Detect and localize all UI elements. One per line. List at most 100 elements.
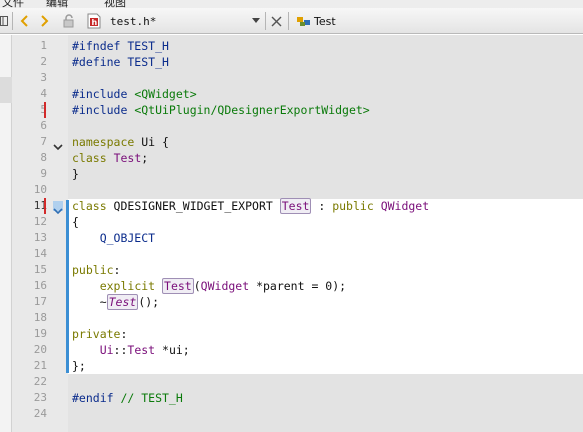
forward-arrow-icon[interactable]	[38, 13, 52, 29]
code-token: #ifndef TEST_H	[72, 39, 169, 53]
code-token: ~	[72, 295, 107, 309]
line-number: 13	[33, 231, 47, 244]
code-token: Q_OBJECT	[72, 231, 156, 245]
code-line[interactable]: #include <QtUiPlugin/QDesignerExportWidg…	[72, 102, 370, 118]
code-token: namespace	[72, 135, 135, 149]
code-line[interactable]: class Test;	[72, 150, 148, 166]
header-file-icon: h	[86, 13, 102, 29]
code-token: Test	[162, 278, 194, 294]
code-token: class	[72, 151, 107, 165]
close-icon[interactable]	[270, 15, 282, 27]
code-line[interactable]: explicit Test (QWidget *parent = 0);	[72, 278, 346, 294]
code-token: #include	[72, 103, 135, 117]
code-line[interactable]: Ui::Test *ui;	[72, 342, 190, 358]
code-line[interactable]: }	[72, 166, 79, 182]
code-line[interactable]: class QDESIGNER_WIDGET_EXPORT Test : pub…	[72, 198, 429, 214]
code-token: QWidget	[380, 199, 430, 213]
class-selector[interactable]: Test	[314, 15, 336, 28]
change-marker	[44, 198, 46, 214]
code-editor[interactable]: #ifndef TEST_H #define TEST_H #include <QW…	[66, 35, 583, 432]
line-number: 1	[40, 39, 47, 52]
code-line[interactable]: namespace Ui {	[72, 134, 169, 150]
code-token: ;	[141, 151, 149, 165]
svg-text:h: h	[92, 18, 98, 27]
code-line[interactable]: Q_OBJECT	[72, 230, 155, 246]
line-number: 4	[40, 87, 47, 100]
code-token: QWidget	[200, 279, 250, 293]
code-line[interactable]: {	[72, 214, 79, 230]
lock-icon	[62, 13, 76, 29]
code-line[interactable]: #define TEST_H	[72, 54, 169, 70]
sidebar-toggle-icon[interactable]	[0, 14, 10, 28]
line-number: 21	[33, 359, 47, 372]
code-token: Test	[127, 343, 156, 357]
side-panel-marker	[0, 77, 12, 103]
line-number: 12	[33, 215, 47, 228]
code-token: Test	[113, 151, 142, 165]
line-number: 10	[33, 183, 47, 196]
line-number-gutter: 123456789101112131415161718192021222324	[12, 35, 68, 432]
code-token: #endif	[72, 391, 114, 405]
editor-toolbar: h test.h* Test	[0, 8, 583, 34]
line-number: 19	[33, 327, 47, 340]
line-number: 15	[33, 263, 47, 276]
line-number: 11	[33, 199, 47, 212]
code-token: *parent = 0);	[249, 279, 347, 293]
fold-chevron-icon[interactable]	[53, 201, 63, 215]
code-token: public	[72, 263, 114, 277]
code-token: };	[72, 359, 86, 373]
line-number: 5	[12, 102, 47, 118]
code-line[interactable]: private:	[72, 326, 127, 342]
toolbar-separator	[265, 12, 266, 30]
line-number: 3	[40, 71, 47, 84]
line-number: 24	[33, 407, 47, 420]
line-number: 22	[33, 375, 47, 388]
code-token: <QWidget>	[134, 87, 197, 101]
menu-item-edit[interactable]: 编辑	[46, 0, 68, 8]
code-token: class	[72, 199, 107, 213]
menu-item-file[interactable]: 文件	[2, 0, 24, 8]
back-arrow-icon[interactable]	[17, 13, 31, 29]
code-token: public	[332, 199, 374, 213]
line-number: 2	[40, 55, 47, 68]
code-token: explicit	[99, 279, 156, 293]
code-token: :	[311, 199, 333, 213]
line-number: 8	[40, 151, 47, 164]
file-tab-name[interactable]: test.h*	[110, 15, 156, 28]
code-line[interactable]: };	[72, 358, 86, 374]
current-block-marker	[66, 200, 69, 373]
code-token: #include	[72, 87, 135, 101]
code-token: // TEST_H	[113, 391, 183, 405]
code-token: :	[113, 263, 121, 277]
class-symbol-icon	[296, 14, 312, 28]
code-token: (	[193, 279, 201, 293]
menu-item-view[interactable]: 视图	[104, 0, 126, 8]
code-line[interactable]: #include <QWidget>	[72, 86, 197, 102]
left-side-strip	[0, 35, 12, 432]
code-line[interactable]: ~ Test ();	[72, 294, 159, 310]
code-token: *ui;	[155, 343, 190, 357]
change-marker	[44, 102, 46, 118]
code-line[interactable]: public:	[72, 262, 120, 278]
code-token: private	[72, 327, 121, 341]
dropdown-arrow-icon[interactable]	[250, 16, 262, 26]
code-token: :	[120, 327, 128, 341]
code-token: QDESIGNER_WIDGET_EXPORT	[106, 199, 280, 213]
code-token: Test	[279, 198, 312, 214]
code-line[interactable]: #endif // TEST_H	[72, 390, 183, 406]
line-number: 18	[33, 311, 47, 324]
code-token: Ui {	[134, 135, 169, 149]
code-token: }	[72, 167, 79, 181]
toolbar-separator	[12, 12, 13, 30]
code-token: <QtUiPlugin/QDesignerExportWidget>	[134, 103, 370, 117]
line-number: 7	[40, 135, 47, 148]
code-token: ::	[113, 343, 128, 357]
line-number: 6	[40, 119, 47, 132]
code-token: Test	[106, 294, 139, 310]
fold-chevron-icon[interactable]	[53, 137, 63, 151]
line-number: 17	[33, 295, 47, 308]
code-line[interactable]: #ifndef TEST_H	[72, 38, 169, 54]
